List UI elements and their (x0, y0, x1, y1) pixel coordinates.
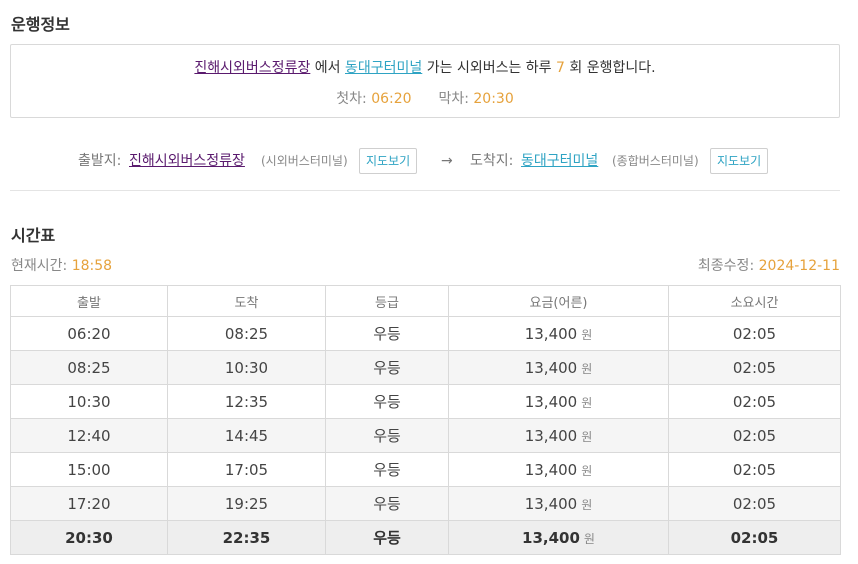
header-departure: 출발 (10, 285, 168, 317)
from-word: 에서 (314, 60, 341, 76)
first-bus-label: 첫차: (336, 91, 367, 107)
departure-map-button[interactable]: 지도보기 (359, 148, 418, 174)
departure-type: (시외버스터미널) (261, 154, 348, 168)
arrival-type: (종합버스터미널) (612, 154, 699, 168)
cell-fare: 13,400 원 (448, 452, 669, 487)
cell-duration: 02:05 (668, 520, 841, 555)
header-duration: 소요시간 (668, 285, 841, 317)
summary-mid-text: 가는 시외버스는 하루 (426, 60, 552, 76)
first-bus-time: 06:20 (371, 91, 412, 107)
table-row: 06:20 08:25 우등 13,400 원 02:05 (10, 316, 841, 351)
fare-amount: 13,400 (524, 324, 578, 343)
currency-unit: 원 (581, 497, 593, 512)
currency-unit: 원 (581, 327, 593, 342)
cell-duration: 02:05 (668, 350, 841, 385)
header-arrival: 도착 (167, 285, 326, 317)
destination-link[interactable]: 동대구터미널 (345, 60, 422, 76)
cell-duration: 02:05 (668, 418, 841, 453)
currency-unit: 원 (581, 429, 593, 444)
cell-fare: 13,400 원 (448, 316, 669, 351)
cell-fare: 13,400 원 (448, 350, 669, 385)
cell-grade: 우등 (325, 418, 449, 453)
currency-unit: 원 (581, 395, 593, 410)
table-row-last-bus: 20:30 22:35 우등 13,400 원 02:05 (10, 520, 841, 555)
cell-arrival: 08:25 (167, 316, 326, 351)
last-bus-label: 막차: (438, 91, 469, 107)
table-row: 12:40 14:45 우등 13,400 원 02:05 (10, 418, 841, 453)
cell-departure: 10:30 (10, 384, 168, 419)
cell-arrival: 22:35 (167, 520, 326, 555)
cell-grade: 우등 (325, 520, 449, 555)
header-fare: 요금(어른) (448, 285, 669, 317)
current-time-value: 18:58 (71, 258, 113, 274)
arrow-icon: → (441, 153, 453, 169)
cell-grade: 우등 (325, 384, 449, 419)
arrival-link[interactable]: 동대구터미널 (521, 148, 598, 174)
arrival-label: 도착지: (470, 153, 514, 169)
summary-line: 진해시외버스정류장 에서 동대구터미널 가는 시외버스는 하루 7 회 운행합니… (11, 57, 839, 77)
cell-departure: 06:20 (10, 316, 168, 351)
cell-grade: 우등 (325, 350, 449, 385)
cell-fare: 13,400 원 (448, 486, 669, 521)
first-last-line: 첫차: 06:20 막차: 20:30 (11, 88, 839, 108)
arrival-map-button[interactable]: 지도보기 (710, 148, 769, 174)
cell-duration: 02:05 (668, 452, 841, 487)
last-updated-value: 2024-12-11 (758, 258, 840, 274)
cell-grade: 우등 (325, 316, 449, 351)
cell-fare: 13,400 원 (448, 520, 669, 555)
cell-arrival: 19:25 (167, 486, 326, 521)
cell-grade: 우등 (325, 486, 449, 521)
last-updated: 최종수정: 2024-12-11 (698, 255, 840, 275)
currency-unit: 원 (583, 531, 595, 546)
cell-arrival: 12:35 (167, 384, 326, 419)
cell-departure: 08:25 (10, 350, 168, 385)
fare-amount: 13,400 (524, 460, 578, 479)
fare-amount: 13,400 (524, 426, 578, 445)
trip-count: 7 (556, 60, 565, 76)
cell-arrival: 17:05 (167, 452, 326, 487)
cell-grade: 우등 (325, 452, 449, 487)
summary-end-text: 회 운행합니다. (569, 60, 656, 76)
section-divider (10, 190, 840, 191)
table-row: 15:00 17:05 우등 13,400 원 02:05 (10, 452, 841, 487)
cell-duration: 02:05 (668, 316, 841, 351)
table-row: 10:30 12:35 우등 13,400 원 02:05 (10, 384, 841, 419)
fare-amount: 13,400 (522, 528, 580, 547)
currency-unit: 원 (581, 361, 593, 376)
timetable-header-row: 출발 도착 등급 요금(어른) 소요시간 (10, 285, 841, 317)
operation-summary-box: 진해시외버스정류장 에서 동대구터미널 가는 시외버스는 하루 7 회 운행합니… (10, 44, 840, 118)
cell-departure: 15:00 (10, 452, 168, 487)
departure-link[interactable]: 진해시외버스정류장 (129, 148, 245, 174)
cell-fare: 13,400 원 (448, 418, 669, 453)
cell-arrival: 10:30 (167, 350, 326, 385)
cell-departure: 12:40 (10, 418, 168, 453)
fare-amount: 13,400 (524, 494, 578, 513)
fare-amount: 13,400 (524, 392, 578, 411)
fare-amount: 13,400 (524, 358, 578, 377)
table-row: 17:20 19:25 우등 13,400 원 02:05 (10, 486, 841, 521)
timetable-title: 시간표 (11, 226, 56, 245)
table-row: 08:25 10:30 우등 13,400 원 02:05 (10, 350, 841, 385)
currency-unit: 원 (581, 463, 593, 478)
origin-link[interactable]: 진해시외버스정류장 (194, 60, 310, 76)
current-time-label: 현재시간: (11, 258, 68, 274)
operation-info-title: 운행정보 (11, 15, 70, 34)
current-time: 현재시간: 18:58 (11, 255, 112, 275)
last-bus-time: 20:30 (473, 91, 514, 107)
departure-label: 출발지: (78, 153, 122, 169)
cell-departure: 20:30 (10, 520, 168, 555)
cell-departure: 17:20 (10, 486, 168, 521)
cell-duration: 02:05 (668, 486, 841, 521)
header-grade: 등급 (325, 285, 449, 317)
cell-arrival: 14:45 (167, 418, 326, 453)
timetable: 출발 도착 등급 요금(어른) 소요시간 06:20 08:25 우등 13,4… (10, 285, 841, 555)
cell-duration: 02:05 (668, 384, 841, 419)
cell-fare: 13,400 원 (448, 384, 669, 419)
last-updated-label: 최종수정: (697, 258, 755, 274)
route-row: 출발지: 진해시외버스정류장 (시외버스터미널) 지도보기 → 도착지: 동대구… (0, 148, 858, 174)
